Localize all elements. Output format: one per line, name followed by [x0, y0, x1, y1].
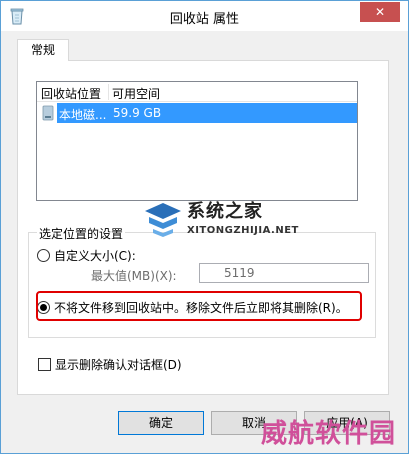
custom-size-option[interactable]: 自定义大小(C): [37, 247, 136, 264]
free-space-cell: 59.9 GB [113, 106, 162, 120]
confirm-dialog-checkbox[interactable] [38, 358, 51, 371]
close-button[interactable]: ✕ [360, 2, 400, 22]
column-divider[interactable] [108, 84, 109, 100]
column-header-location[interactable]: 回收站位置 [41, 85, 101, 102]
group-label: 选定位置的设置 [37, 225, 126, 242]
annotation-highlight-box [36, 291, 362, 321]
close-icon: ✕ [374, 5, 386, 19]
custom-size-label: 自定义大小(C): [54, 249, 136, 263]
recycle-bin-location-list[interactable]: 回收站位置 可用空间 本地磁... 59.9 GB [36, 81, 358, 201]
site-watermark-url: XITONGZHIJIA.NET [187, 225, 299, 236]
column-header-free-space[interactable]: 可用空间 [112, 85, 160, 102]
custom-size-radio[interactable] [37, 249, 50, 262]
confirm-dialog-label: 显示删除确认对话框(D) [55, 358, 182, 372]
xitongzhijia-logo [145, 203, 181, 237]
list-header: 回收站位置 可用空间 [37, 82, 357, 102]
site-watermark-title: 系统之家 [187, 201, 263, 222]
ok-button[interactable]: 确定 [118, 411, 204, 435]
corner-watermark: 威航软件园 [261, 419, 397, 449]
max-size-label: 最大值(MB)(X): [91, 269, 177, 283]
properties-window: 回收站 属性 ✕ 常规 回收站位置 可用空间 本地磁... 59.9 GB 选定… [0, 0, 409, 454]
site-watermark: 系统之家 XITONGZHIJIA.NET [141, 191, 311, 251]
confirm-dialog-option[interactable]: 显示删除确认对话框(D) [38, 356, 182, 373]
drive-icon [42, 105, 54, 121]
max-size-input[interactable]: 5119 [199, 263, 369, 283]
location-cell: 本地磁... [59, 108, 107, 122]
title-bar[interactable]: 回收站 属性 ✕ [1, 1, 408, 31]
window-title: 回收站 属性 [169, 12, 240, 27]
tab-general[interactable]: 常规 [17, 39, 69, 61]
list-item[interactable]: 本地磁... 59.9 GB [39, 103, 357, 123]
